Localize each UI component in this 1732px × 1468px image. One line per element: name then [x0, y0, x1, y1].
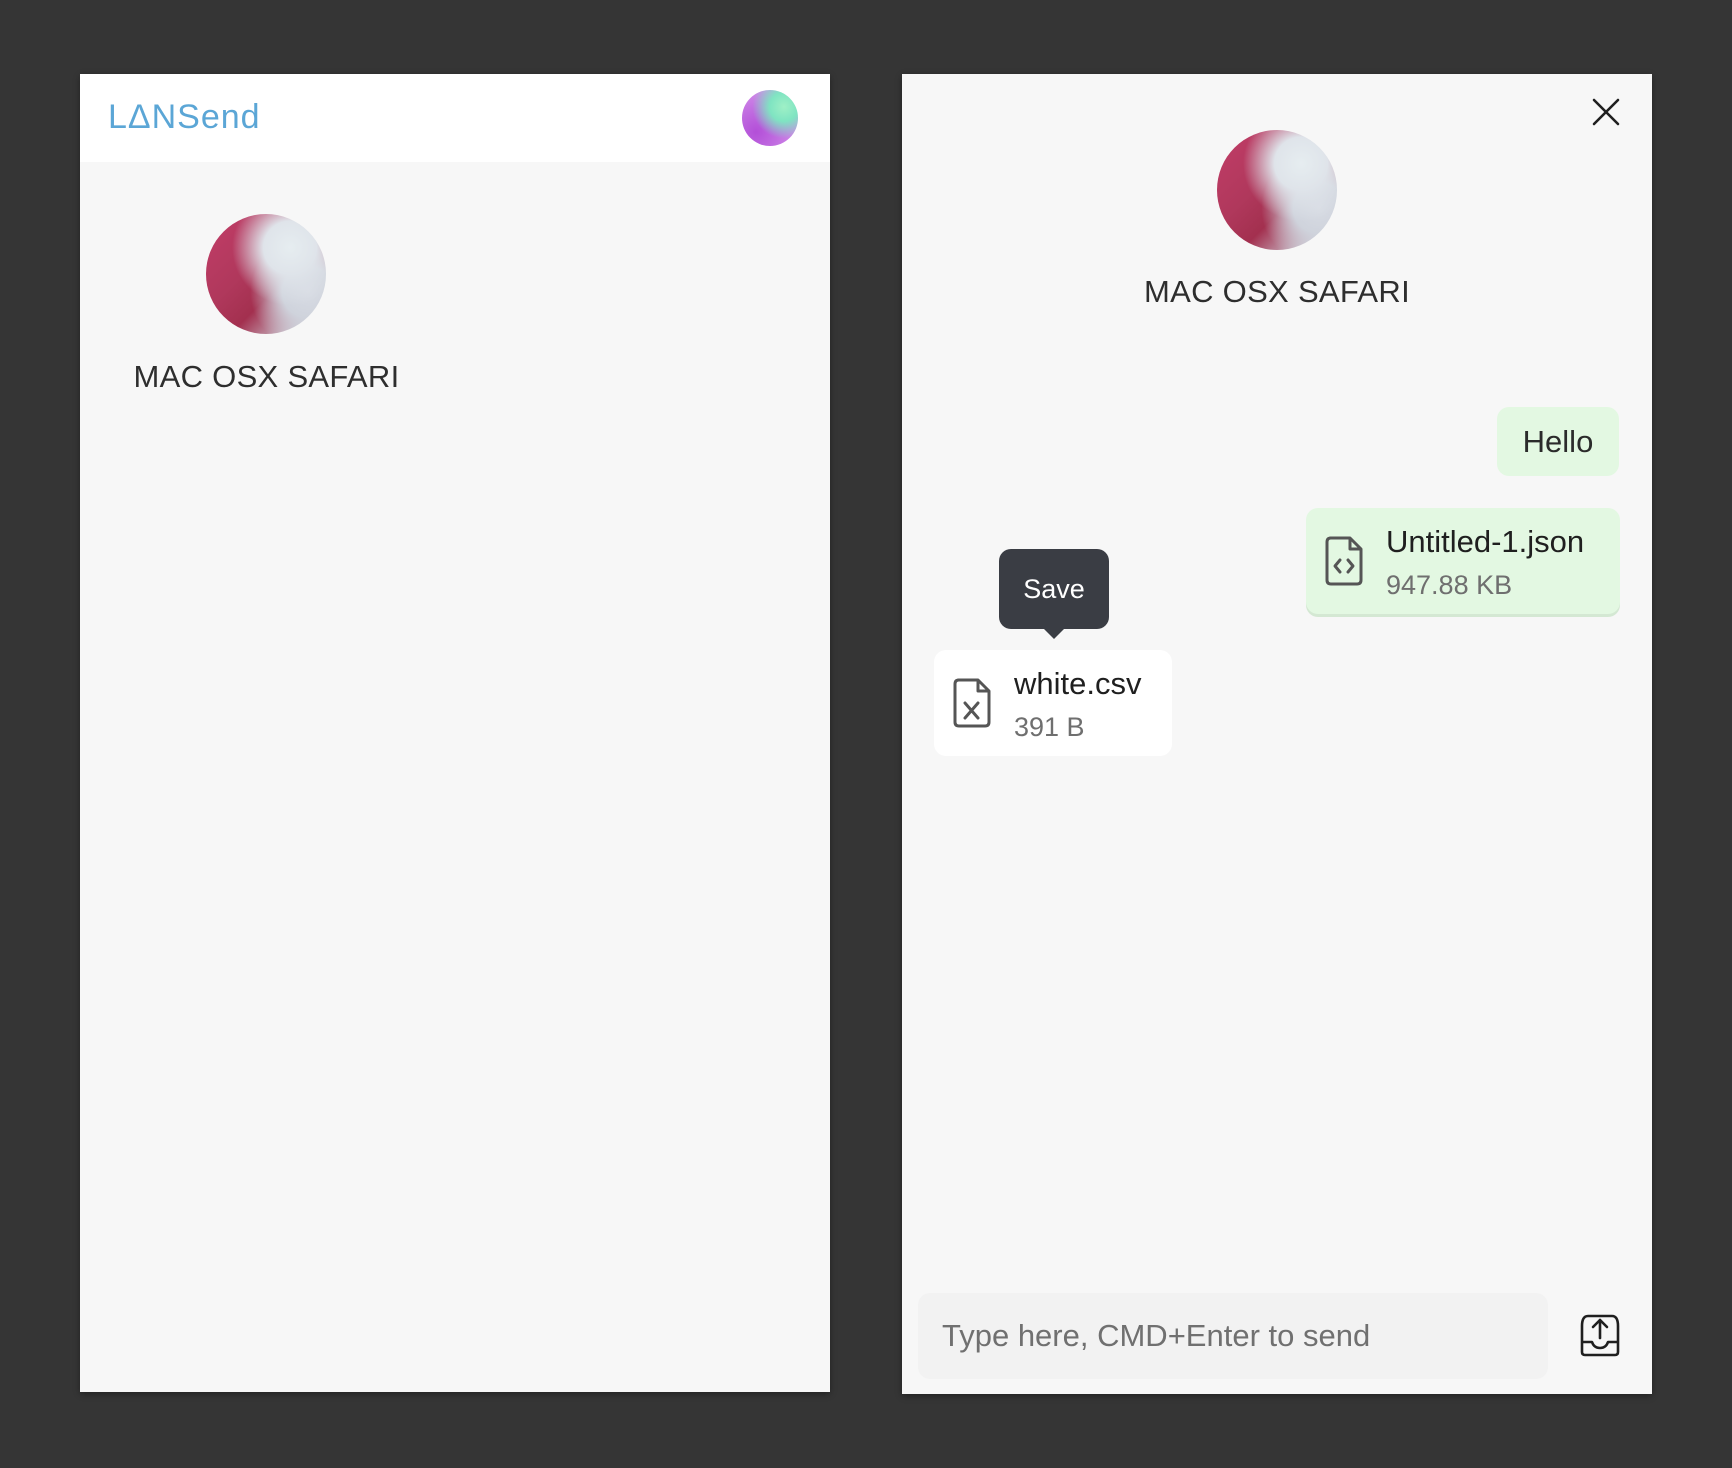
- upload-button[interactable]: [1578, 1312, 1622, 1358]
- device-list-panel: LΔNSend MAC OSX SAFARI: [80, 74, 830, 1392]
- chat-peer-name: MAC OSX SAFARI: [1143, 274, 1411, 309]
- file-name: white.csv: [1014, 666, 1142, 701]
- device-card[interactable]: MAC OSX SAFARI: [110, 214, 410, 414]
- device-name: MAC OSX SAFARI: [133, 359, 400, 394]
- upload-icon: [1580, 1314, 1620, 1357]
- app-header: LΔNSend: [80, 74, 830, 162]
- message-bubble-sent: Hello: [1497, 407, 1619, 476]
- app-logo[interactable]: LΔNSend: [108, 98, 261, 137]
- file-message-sent[interactable]: Untitled-1.json 947.88 KB: [1306, 508, 1620, 614]
- self-avatar[interactable]: [742, 90, 798, 146]
- file-message-received[interactable]: white.csv 391 B: [934, 650, 1172, 756]
- tooltip-arrow: [1043, 628, 1065, 639]
- close-button[interactable]: [1590, 96, 1622, 128]
- file-excel-icon: [953, 678, 991, 728]
- close-icon: [1592, 98, 1620, 126]
- file-size: 947.88 KB: [1386, 570, 1513, 600]
- file-code-icon: [1325, 536, 1363, 586]
- file-name: Untitled-1.json: [1386, 524, 1585, 559]
- chat-peer-avatar: [1217, 130, 1337, 250]
- message-input[interactable]: [918, 1293, 1548, 1379]
- save-tooltip: Save: [999, 549, 1109, 629]
- chat-panel: MAC OSX SAFARI Hello Untitled-1.json 947…: [902, 74, 1652, 1394]
- file-size: 391 B: [1014, 712, 1085, 742]
- device-avatar[interactable]: [206, 214, 326, 334]
